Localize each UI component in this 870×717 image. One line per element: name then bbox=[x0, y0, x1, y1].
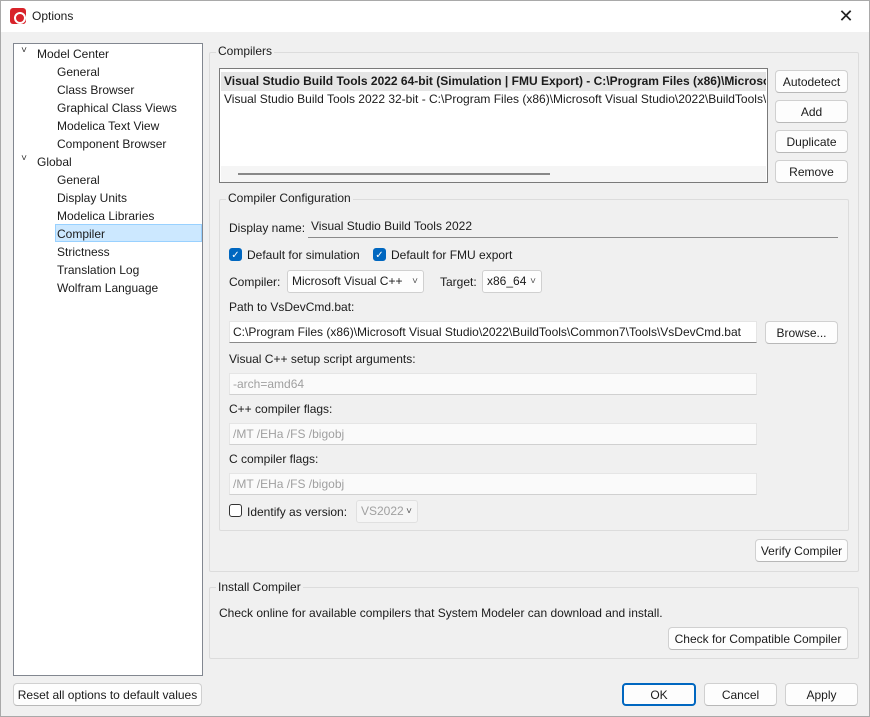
scrollbar-thumb[interactable] bbox=[238, 173, 550, 175]
compiler-configuration-label: Compiler Configuration bbox=[226, 191, 353, 205]
horizontal-scrollbar[interactable] bbox=[221, 166, 766, 182]
browse-button[interactable]: Browse... bbox=[765, 321, 838, 344]
title-bar: Options ✕ bbox=[1, 1, 869, 32]
compiler-list[interactable]: Visual Studio Build Tools 2022 64-bit (S… bbox=[219, 68, 768, 183]
add-button[interactable]: Add bbox=[775, 100, 848, 123]
setup-args-label: Visual C++ setup script arguments: bbox=[229, 352, 416, 366]
tree-item-wolfram-language[interactable]: Wolfram Language bbox=[57, 279, 158, 297]
display-name-label: Display name: bbox=[229, 221, 306, 235]
identify-version-label: Identify as version: bbox=[247, 505, 348, 519]
remove-button[interactable]: Remove bbox=[775, 160, 848, 183]
identify-version-select[interactable]: VS2022 ˅ bbox=[356, 500, 418, 523]
default-simulation-checkbox[interactable]: ✓ bbox=[229, 248, 242, 261]
identify-version-checkbox[interactable] bbox=[229, 504, 242, 517]
tree-item-modelica-libraries[interactable]: Modelica Libraries bbox=[57, 207, 154, 225]
tree-item-graphical-class-views[interactable]: Graphical Class Views bbox=[57, 99, 177, 117]
compiler-select[interactable]: Microsoft Visual C++ ˅ bbox=[287, 270, 424, 293]
verify-compiler-button[interactable]: Verify Compiler bbox=[755, 539, 848, 562]
chevron-down-icon[interactable]: ˅ bbox=[18, 153, 30, 171]
app-logo-icon bbox=[10, 8, 26, 24]
autodetect-button[interactable]: Autodetect bbox=[775, 70, 848, 93]
target-label: Target: bbox=[440, 275, 477, 289]
list-item[interactable]: Visual Studio Build Tools 2022 64-bit (S… bbox=[221, 72, 766, 91]
tree-item-general[interactable]: General bbox=[57, 63, 100, 81]
apply-button[interactable]: Apply bbox=[785, 683, 858, 706]
tree-item-component-browser[interactable]: Component Browser bbox=[57, 135, 166, 153]
close-icon: ✕ bbox=[838, 6, 854, 26]
target-select-value: x86_64 bbox=[487, 274, 527, 288]
install-description: Check online for available compilers tha… bbox=[219, 606, 663, 620]
c-flags-field[interactable]: /MT /EHa /FS /bigobj bbox=[229, 473, 757, 495]
tree-item-general[interactable]: General bbox=[57, 171, 100, 189]
cpp-flags-field[interactable]: /MT /EHa /FS /bigobj bbox=[229, 423, 757, 445]
compilers-group-label: Compilers bbox=[216, 44, 275, 58]
duplicate-button[interactable]: Duplicate bbox=[775, 130, 848, 153]
tree-item-global[interactable]: Global bbox=[37, 153, 72, 171]
chevron-down-icon: ˅ bbox=[530, 276, 536, 287]
ok-button[interactable]: OK bbox=[622, 683, 696, 706]
options-tree[interactable]: ˅ Model Center General Class Browser Gra… bbox=[13, 43, 203, 676]
default-simulation-label: Default for simulation bbox=[247, 248, 360, 262]
reset-defaults-button[interactable]: Reset all options to default values bbox=[13, 683, 202, 706]
tree-item-display-units[interactable]: Display Units bbox=[57, 189, 127, 207]
display-name-field[interactable]: Visual Studio Build Tools 2022 bbox=[308, 216, 838, 238]
cpp-flags-label: C++ compiler flags: bbox=[229, 402, 333, 416]
chevron-down-icon: ˅ bbox=[412, 276, 418, 287]
install-compiler-label: Install Compiler bbox=[216, 580, 303, 594]
cancel-button[interactable]: Cancel bbox=[704, 683, 777, 706]
options-dialog: Options ✕ ˅ Model Center General Class B… bbox=[0, 0, 870, 717]
chevron-down-icon: ˅ bbox=[406, 506, 412, 517]
compiler-select-value: Microsoft Visual C++ bbox=[292, 274, 403, 288]
tree-item-strictness[interactable]: Strictness bbox=[57, 243, 110, 261]
compiler-label: Compiler: bbox=[229, 275, 281, 289]
tree-item-translation-log[interactable]: Translation Log bbox=[57, 261, 139, 279]
c-flags-label: C compiler flags: bbox=[229, 452, 319, 466]
path-field[interactable]: C:\Program Files (x86)\Microsoft Visual … bbox=[229, 321, 757, 343]
setup-args-field[interactable]: -arch=amd64 bbox=[229, 373, 757, 395]
close-button[interactable]: ✕ bbox=[823, 1, 869, 32]
tree-item-model-center[interactable]: Model Center bbox=[37, 45, 109, 63]
tree-item-compiler[interactable]: Compiler bbox=[55, 224, 202, 242]
window-title: Options bbox=[32, 9, 74, 23]
list-item[interactable]: Visual Studio Build Tools 2022 32-bit - … bbox=[221, 90, 766, 109]
tree-item-class-browser[interactable]: Class Browser bbox=[57, 81, 134, 99]
chevron-down-icon[interactable]: ˅ bbox=[18, 45, 30, 63]
default-fmu-label: Default for FMU export bbox=[391, 248, 513, 262]
default-fmu-checkbox[interactable]: ✓ bbox=[373, 248, 386, 261]
identify-version-value: VS2022 bbox=[361, 504, 404, 518]
check-compatible-compiler-button[interactable]: Check for Compatible Compiler bbox=[668, 627, 848, 650]
tree-item-modelica-text-view[interactable]: Modelica Text View bbox=[57, 117, 159, 135]
target-select[interactable]: x86_64 ˅ bbox=[482, 270, 542, 293]
path-label: Path to VsDevCmd.bat: bbox=[229, 300, 355, 314]
